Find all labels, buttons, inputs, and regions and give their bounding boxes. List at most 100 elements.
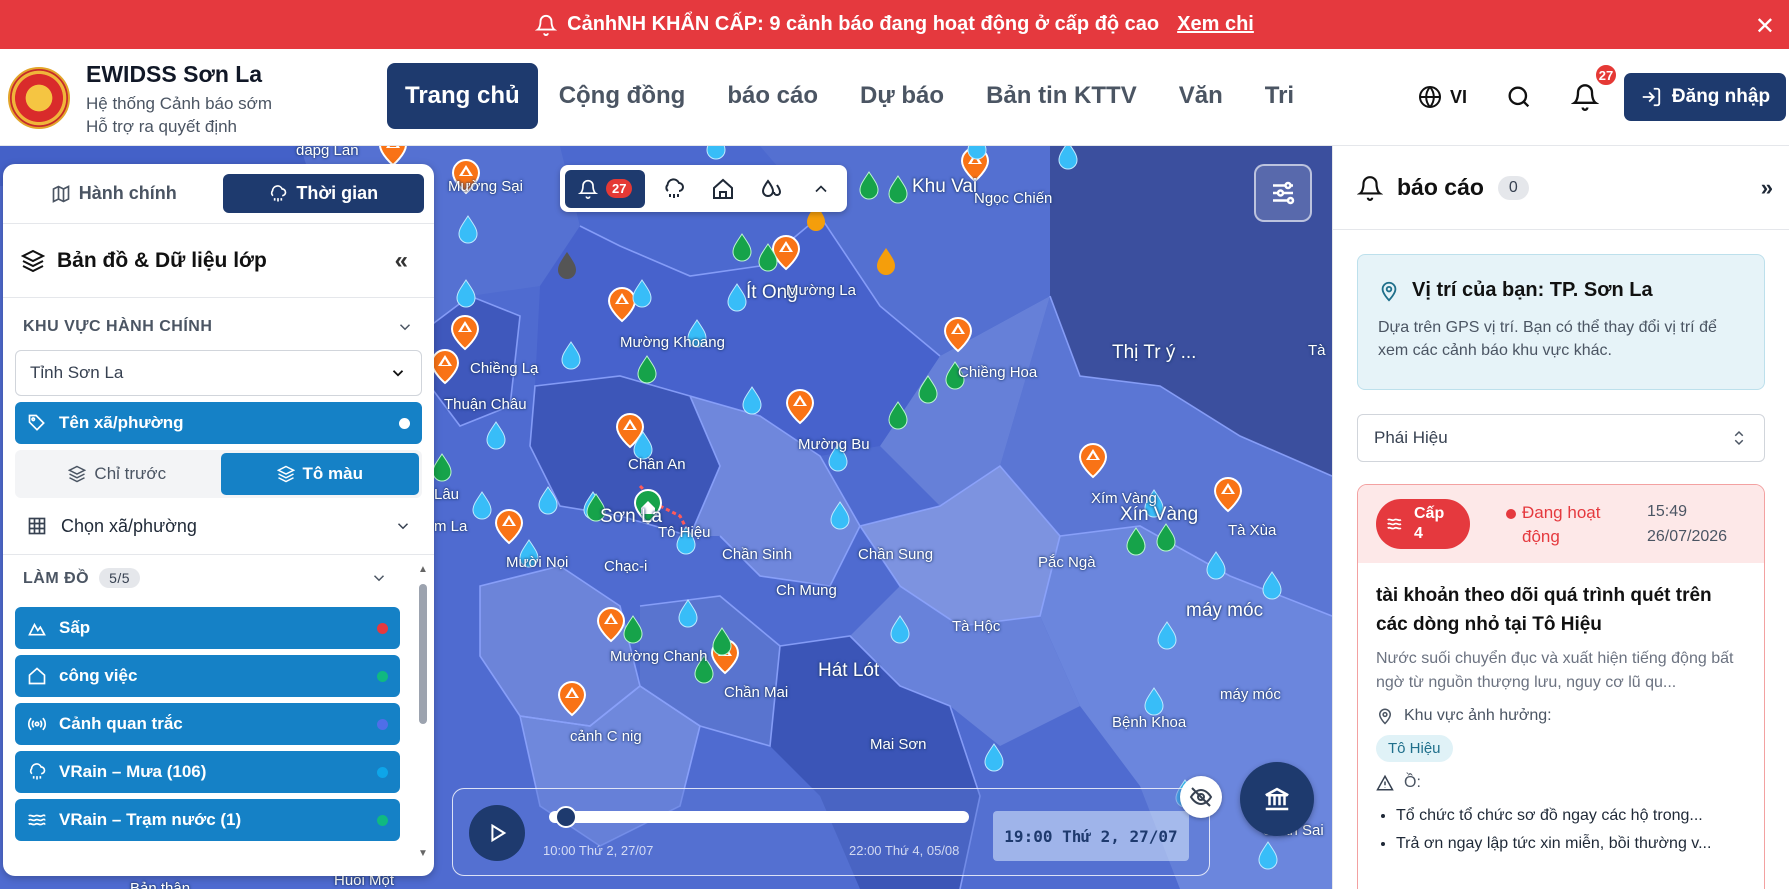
map-label: Mai Sơn <box>870 736 927 753</box>
alert-title: tài khoản theo dõi quá trình quét trên c… <box>1376 585 1712 635</box>
header: EWIDSS Sơn La Hệ thống Cảnh báo sớm Hỗ t… <box>0 49 1789 146</box>
mountain-icon <box>28 622 46 636</box>
bell-icon <box>535 14 558 36</box>
tab-time[interactable]: Thời gian <box>222 174 424 213</box>
map-label: Thuận Châu <box>444 396 527 413</box>
location-desc: Dựa trên GPS vị trí. Bạn có thể thay đổi… <box>1378 319 1717 359</box>
map-label: Xín Vàng <box>1120 504 1199 525</box>
language-switch[interactable]: VI <box>1418 85 1467 109</box>
reports-title: báo cáo <box>1397 174 1484 200</box>
banner-view-link[interactable]: Xem chi <box>1177 13 1254 36</box>
alert-card-header: Cấp 4 Đang hoạt động 15:49 26/07/2026 <box>1358 485 1764 563</box>
timeline-end-label: 22:00 Thứ 4, 05/08 <box>849 843 960 858</box>
river-station-icon[interactable] <box>432 171 1176 684</box>
layer-vrain-water[interactable]: VRain – Trạm nước (1) <box>15 799 400 841</box>
home-icon <box>713 178 734 199</box>
timeline-handle[interactable] <box>554 806 577 828</box>
language-label: VI <box>1450 86 1468 107</box>
location-select[interactable]: Phái Hiệu <box>1357 414 1765 462</box>
tab-administrative[interactable]: Hành chính <box>13 174 215 213</box>
bank-icon <box>1265 787 1289 811</box>
alert-level-label: Cấp <box>1414 505 1445 522</box>
warning-icon <box>1376 774 1394 791</box>
institution-button[interactable] <box>1240 762 1314 836</box>
app-subtitle-1: Hệ thống Cảnh báo sớm <box>86 94 272 113</box>
banner-text: CảnhNH KHẨN CẤP: 9 cảnh báo đang hoạt độ… <box>567 13 1160 35</box>
collapse-panel-icon[interactable]: « <box>395 247 408 275</box>
section-map-layers[interactable]: LÀM ĐỒ 5/5 <box>3 555 408 601</box>
search-icon[interactable] <box>1505 83 1533 111</box>
list-item: Tổ chức tổ chức sơ đồ ngay các hộ trong.… <box>1396 802 1746 830</box>
location-title: Vị trí của bạn: TP. Sơn La <box>1412 279 1653 301</box>
map-label: Tà Xùa <box>1228 522 1277 539</box>
expand-panel-icon[interactable]: » <box>1761 175 1773 201</box>
chevron-down-icon <box>373 575 385 582</box>
map-label: Tà Hộc <box>952 618 1001 635</box>
nav-van[interactable]: Văn <box>1158 63 1244 129</box>
scrollbar-thumb[interactable] <box>419 584 427 724</box>
map-label: Pắc Ngà <box>1038 554 1096 571</box>
nav-reports[interactable]: báo cáo <box>706 63 839 129</box>
section-layers-label: LÀM ĐỒ <box>23 570 90 587</box>
warning-marker-icon[interactable] <box>379 146 1242 716</box>
mode-fill-button[interactable]: Tô màu <box>220 453 419 495</box>
panel-tabs: Hành chính Thời gian <box>3 164 434 224</box>
map-label: Lâu <box>434 486 460 503</box>
commune-names-label: Tên xã/phường <box>59 413 184 432</box>
status-line-2: động <box>1522 527 1560 546</box>
layers-panel: Hành chính Thời gian Bản đồ & Dữ liệu lớ… <box>3 164 434 876</box>
home-icon <box>28 667 46 685</box>
map-label: Hát Lót <box>818 660 880 681</box>
alert-card[interactable]: Cấp 4 Đang hoạt động 15:49 26/07/2026 tài k… <box>1357 484 1765 889</box>
play-button[interactable] <box>469 805 525 861</box>
commune-names-toggle[interactable]: Tên xã/phường <box>15 402 422 444</box>
tag-icon <box>28 414 45 431</box>
choose-commune-dropdown[interactable]: Chọn xã/phường <box>3 498 434 554</box>
section-admin-area[interactable]: KHU VỰC HÀNH CHÍNH <box>3 304 434 350</box>
notification-bell-icon[interactable] <box>1571 83 1599 111</box>
layer-label: Cảnh quan trắc <box>59 714 183 733</box>
bell-icon <box>1357 175 1383 201</box>
list-item: Trả ơn ngay lập tức xin miễn, bồi thường… <box>1396 830 1746 858</box>
mode-outline-button[interactable]: Chỉ trước <box>18 453 217 495</box>
bell-icon <box>577 179 598 199</box>
login-button[interactable]: Đăng nhập <box>1624 73 1786 121</box>
rain-layer-button[interactable] <box>653 170 694 208</box>
sliders-icon <box>1273 181 1295 205</box>
nav-home[interactable]: Trang chủ <box>387 63 538 129</box>
province-select[interactable]: Tỉnh Sơn La <box>15 350 422 396</box>
map-label: Thị Tr ý ... <box>1112 342 1197 363</box>
alert-time: 15:49 26/07/2026 <box>1647 499 1727 549</box>
nav-bulletin[interactable]: Bản tin KTTV <box>965 63 1158 129</box>
main-nav: Trang chủ Cộng đồng báo cáo Dự báo Bản t… <box>387 63 1315 129</box>
close-icon[interactable]: ✕ <box>1755 12 1775 41</box>
map-label: Bản thân <box>130 880 191 889</box>
water-layer-button[interactable] <box>752 170 793 208</box>
layer-landslide[interactable]: Sấp <box>15 607 400 649</box>
actions-row: Ồ: <box>1376 774 1746 792</box>
nav-forecast[interactable]: Dự báo <box>839 63 965 129</box>
layers-icon <box>276 465 295 483</box>
toolbar-collapse-button[interactable] <box>801 170 842 208</box>
timeline-current-time: 19:00 Thứ 2, 27/07 <box>993 811 1189 861</box>
timeline-track[interactable] <box>549 811 969 823</box>
hide-timeline-button[interactable] <box>1180 776 1222 818</box>
panel-scrollbar[interactable]: ▲ ▼ <box>418 564 428 864</box>
layer-dot <box>377 670 388 682</box>
layer-vrain-rain[interactable]: VRain – Mưa (106) <box>15 751 400 793</box>
map-label: Mười Nọi <box>506 554 569 571</box>
tab-administrative-label: Hành chính <box>78 183 177 203</box>
chevron-updown-icon <box>1734 430 1744 446</box>
area-chip[interactable]: Tô Hiệu <box>1376 735 1453 762</box>
nav-community[interactable]: Cộng đồng <box>538 63 707 129</box>
layers-count-badge: 5/5 <box>99 568 141 588</box>
layer-monitoring[interactable]: Cảnh quan trắc <box>15 703 400 745</box>
alerts-filter-button[interactable]: 27 <box>565 169 646 208</box>
map-settings-button[interactable] <box>1254 164 1312 222</box>
home-layer-button[interactable] <box>703 170 744 208</box>
nav-tri[interactable]: Tri <box>1244 63 1315 129</box>
layer-work[interactable]: công việc <box>15 655 400 697</box>
map-label: Chần Mai <box>724 684 789 701</box>
map-label: m La <box>434 518 468 535</box>
map-label: Mường Bu <box>798 436 870 453</box>
